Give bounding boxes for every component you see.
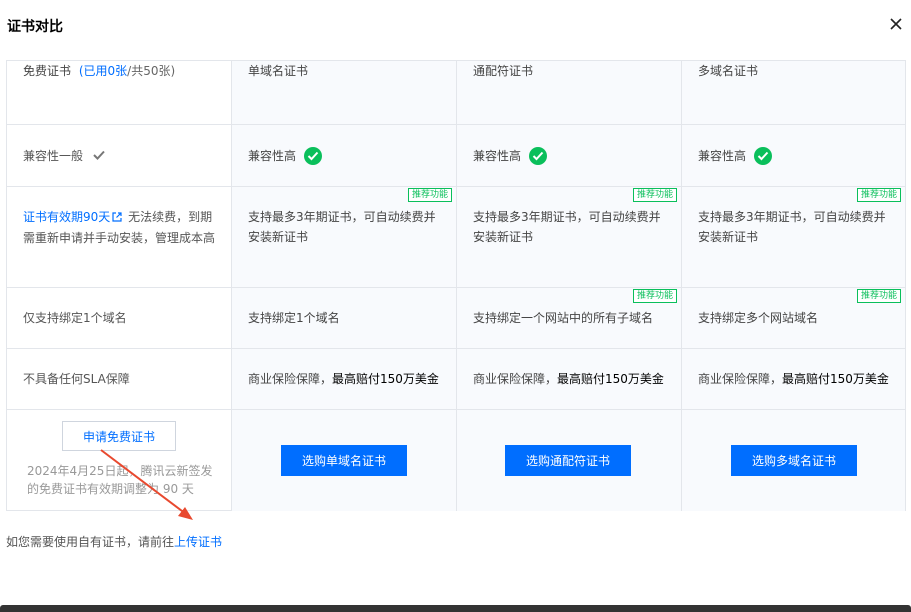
validity-row: 证书有效期90天 无法续费，到期需重新申请并手动安装，管理成本高 推荐功能 支持… — [7, 187, 905, 288]
sla-multi-cell: 商业保险保障， 最高赔付150万美金 — [682, 349, 905, 410]
footer-prefix: 如您需要使用自有证书，请前往 — [6, 535, 175, 549]
action-wildcard-cell: 选购通配符证书 — [457, 410, 682, 511]
compat-single-text: 兼容性高 — [248, 148, 297, 163]
domain-single-text: 支持绑定1个域名 — [248, 311, 340, 325]
upload-cert-link[interactable]: 上传证书 — [174, 535, 222, 549]
compat-free-cell: 兼容性一般 — [7, 125, 232, 187]
apply-note: 2024年4月25日起，腾讯云新签发的免费证书有效期调整为 90 天 — [27, 464, 213, 496]
compat-multi-text: 兼容性高 — [698, 148, 747, 163]
validity-single-text: 支持最多3年期证书，可自动续费并安装新证书 — [248, 210, 436, 244]
validity-wildcard-text: 支持最多3年期证书，可自动续费并安装新证书 — [473, 210, 661, 244]
check-circle-icon — [754, 146, 773, 165]
compat-wildcard-cell: 兼容性高 — [457, 125, 682, 187]
free-cert-header: 免费证书 (已用0张/共50张) — [7, 61, 232, 125]
validity-wildcard-cell: 推荐功能 支持最多3年期证书，可自动续费并安装新证书 — [457, 187, 682, 288]
recommended-badge: 推荐功能 — [407, 188, 452, 202]
check-circle-icon — [304, 146, 323, 165]
validity-single-cell: 推荐功能 支持最多3年期证书，可自动续费并安装新证书 — [232, 187, 457, 288]
validity-free-cell: 证书有效期90天 无法续费，到期需重新申请并手动安装，管理成本高 — [7, 187, 232, 288]
action-single-cell: 选购单域名证书 — [232, 410, 457, 511]
buy-single-cert-button[interactable]: 选购单域名证书 — [281, 445, 407, 476]
comparison-table: 免费证书 (已用0张/共50张) 单域名证书 通配符证书 多域名证书 兼容性一般… — [6, 60, 906, 511]
validity-multi-text: 支持最多3年期证书，可自动续费并安装新证书 — [698, 210, 886, 244]
quota-used: (已用0张 — [78, 64, 128, 78]
modal-title: 证书对比 — [7, 19, 63, 35]
sla-row: 不具备任何SLA保障 商业保险保障， 最高赔付150万美金 商业保险保障， 最高赔付… — [7, 349, 905, 410]
footer-note: 如您需要使用自有证书，请前往上传证书 — [6, 533, 222, 550]
recommended-badge: 推荐功能 — [856, 188, 901, 202]
compat-free-text: 兼容性一般 — [23, 148, 84, 163]
sla-strong: 最高赔付150万美金 — [782, 372, 889, 386]
sla-wildcard-cell: 商业保险保障， 最高赔付150万美金 — [457, 349, 682, 410]
sla-prefix: 商业保险保障， — [473, 372, 558, 386]
single-cert-header: 单域名证书 — [232, 61, 457, 125]
free-cert-label: 免费证书 — [23, 64, 72, 78]
sla-free-cell: 不具备任何SLA保障 — [7, 349, 232, 410]
check-icon — [93, 146, 105, 166]
quota-total: /共50张) — [127, 64, 176, 78]
domain-multi-cell: 推荐功能 支持绑定多个网站域名 — [682, 288, 905, 349]
compat-wildcard-text: 兼容性高 — [473, 148, 522, 163]
wildcard-cert-header: 通配符证书 — [457, 61, 682, 125]
multi-cert-header: 多域名证书 — [682, 61, 905, 125]
domain-single-cell: 支持绑定1个域名 — [232, 288, 457, 349]
external-link-icon[interactable] — [112, 208, 122, 228]
recommended-badge: 推荐功能 — [632, 188, 677, 202]
sla-strong: 最高赔付150万美金 — [557, 372, 664, 386]
domain-row: 仅支持绑定1个域名 支持绑定1个域名 推荐功能 支持绑定一个网站中的所有子域名 … — [7, 288, 905, 349]
sla-prefix: 商业保险保障， — [698, 372, 783, 386]
action-free-cell: 申请免费证书 2024年4月25日起，腾讯云新签发的免费证书有效期调整为 90 … — [7, 410, 232, 511]
action-multi-cell: 选购多域名证书 — [682, 410, 905, 511]
recommended-badge: 推荐功能 — [632, 289, 677, 303]
bottom-bar — [0, 605, 911, 612]
domain-free-cell: 仅支持绑定1个域名 — [7, 288, 232, 349]
validity-multi-cell: 推荐功能 支持最多3年期证书，可自动续费并安装新证书 — [682, 187, 905, 288]
compat-single-cell: 兼容性高 — [232, 125, 457, 187]
check-circle-icon — [529, 146, 548, 165]
close-icon[interactable] — [889, 17, 905, 33]
domain-multi-text: 支持绑定多个网站域名 — [698, 311, 819, 325]
validity-link[interactable]: 证书有效期90天 — [23, 210, 110, 224]
buy-multi-cert-button[interactable]: 选购多域名证书 — [731, 445, 857, 476]
sla-prefix: 商业保险保障， — [248, 372, 333, 386]
compat-row: 兼容性一般 兼容性高 兼容性高 兼容性高 — [7, 125, 905, 187]
sla-single-cell: 商业保险保障， 最高赔付150万美金 — [232, 349, 457, 410]
sla-strong: 最高赔付150万美金 — [332, 372, 439, 386]
domain-free-text: 仅支持绑定1个域名 — [23, 311, 127, 325]
apply-free-cert-button[interactable]: 申请免费证书 — [62, 421, 176, 451]
table-header-row: 免费证书 (已用0张/共50张) 单域名证书 通配符证书 多域名证书 — [7, 61, 905, 125]
buy-wildcard-cert-button[interactable]: 选购通配符证书 — [505, 445, 631, 476]
recommended-badge: 推荐功能 — [856, 289, 901, 303]
sla-free-text: 不具备任何SLA保障 — [23, 372, 130, 386]
action-row: 申请免费证书 2024年4月25日起，腾讯云新签发的免费证书有效期调整为 90 … — [7, 410, 905, 511]
domain-wildcard-text: 支持绑定一个网站中的所有子域名 — [473, 311, 654, 325]
compat-multi-cell: 兼容性高 — [682, 125, 905, 187]
domain-wildcard-cell: 推荐功能 支持绑定一个网站中的所有子域名 — [457, 288, 682, 349]
